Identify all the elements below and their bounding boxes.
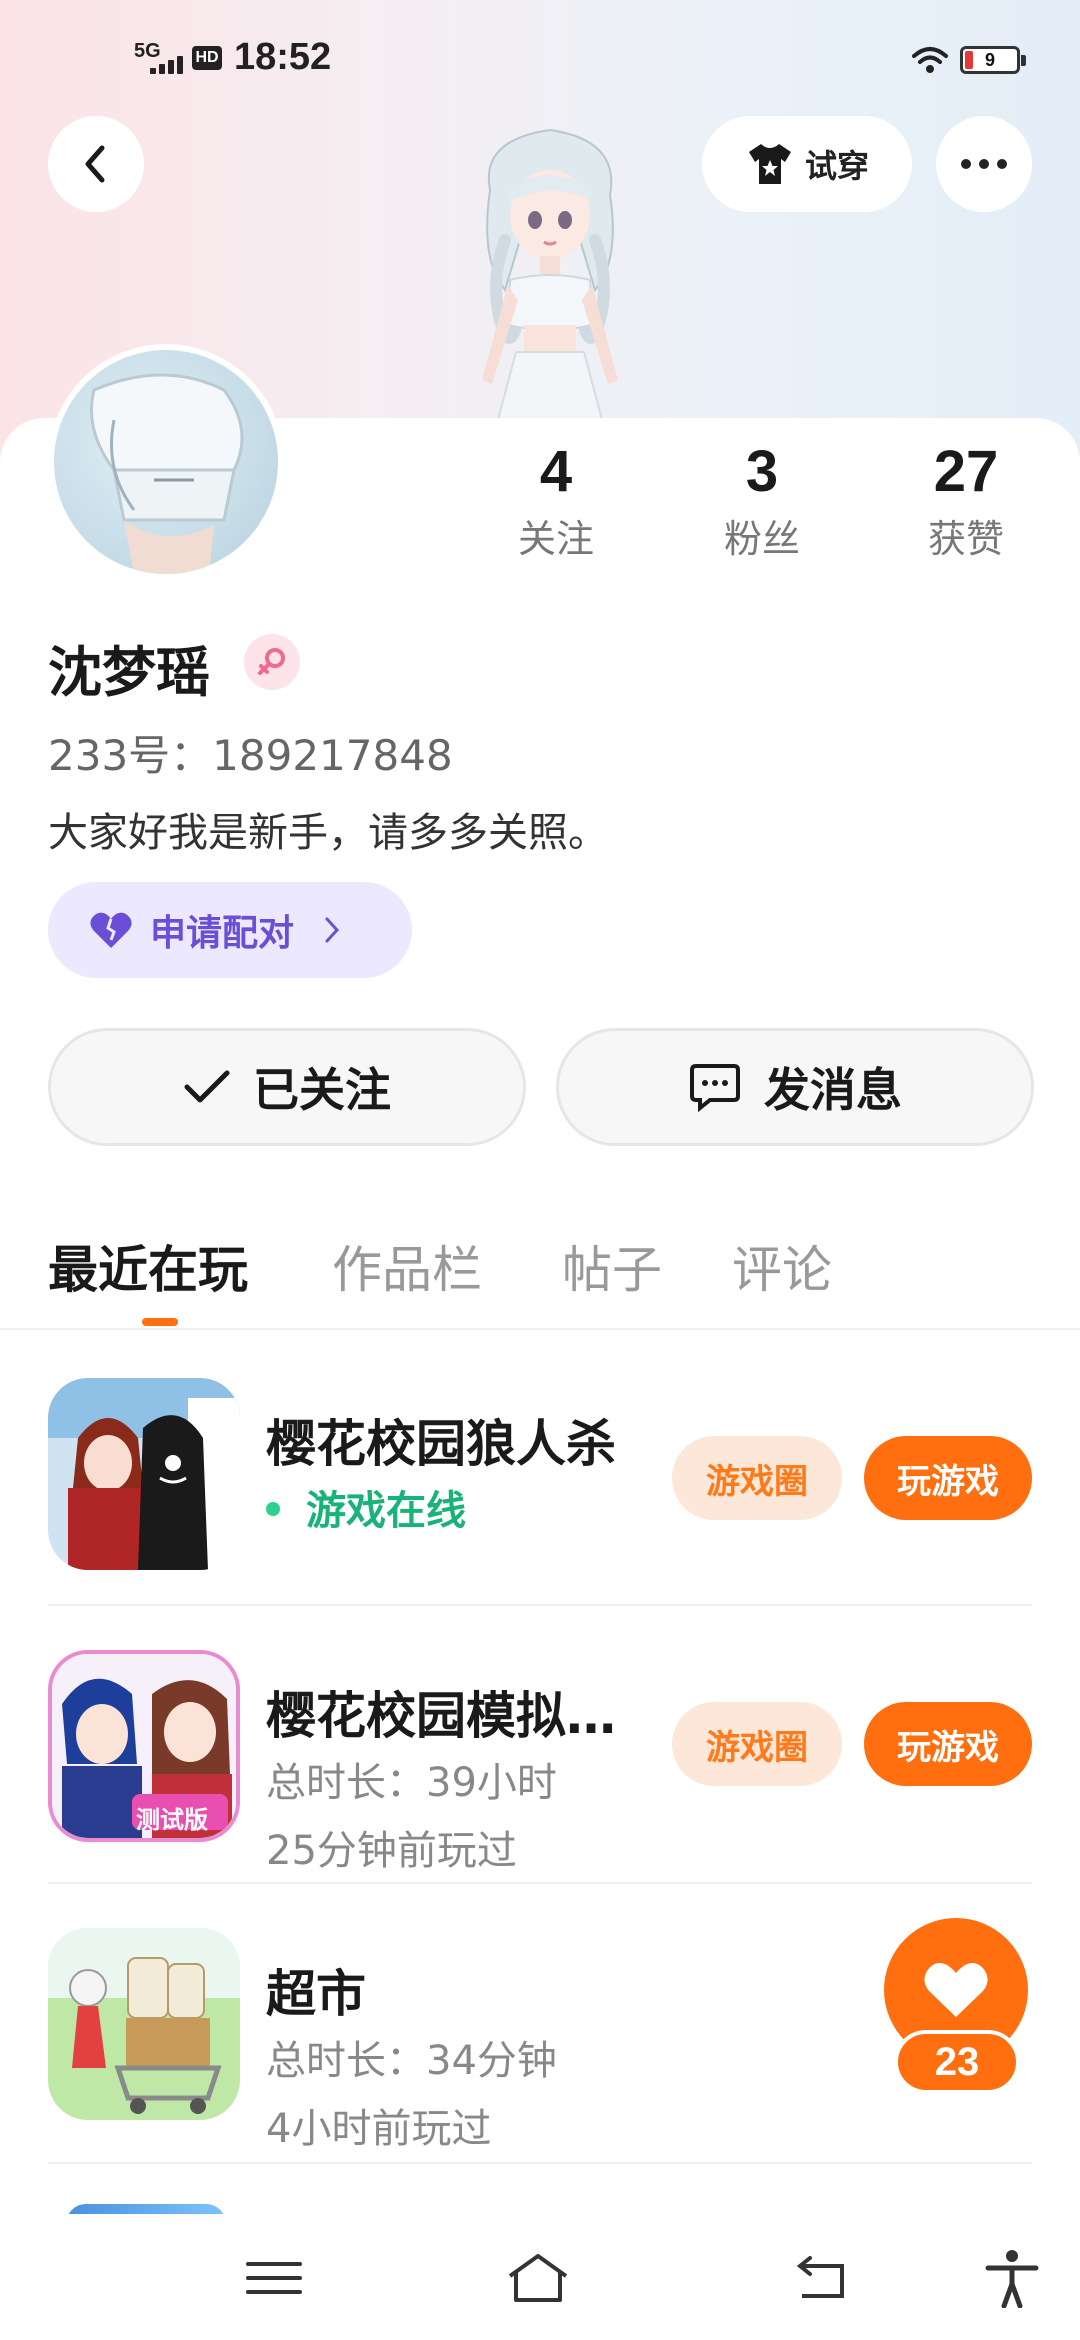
test-version-badge: 测试版 <box>136 1806 208 1834</box>
stat-likes[interactable]: 27 获赞 <box>896 436 1036 564</box>
send-message-button[interactable]: 发消息 <box>556 1028 1034 1146</box>
likes-label: 获赞 <box>927 517 1004 561</box>
tab-posts[interactable]: 帖子 <box>562 1230 662 1302</box>
battery-level: 9 <box>984 50 995 70</box>
following-label: 关注 <box>517 517 594 561</box>
game-circle-button[interactable]: 游戏圈 <box>672 1702 842 1786</box>
accessibility-icon[interactable] <box>980 2248 1044 2308</box>
pair-label: 申请配对 <box>150 913 295 954</box>
list-item[interactable]: 樱花校园狼人杀 游戏在线 游戏圈 玩游戏 <box>48 1378 1032 1578</box>
game-online-status: 游戏在线 <box>266 1478 466 1536</box>
send-message-label: 发消息 <box>764 1063 902 1117</box>
play-game-button[interactable]: 玩游戏 <box>864 1702 1032 1786</box>
game-total-duration: 总时长：39小时 <box>266 1760 557 1806</box>
tab-works[interactable]: 作品栏 <box>332 1230 482 1302</box>
row-divider <box>48 1604 1032 1606</box>
chevron-right-icon <box>325 917 340 943</box>
female-icon <box>244 634 300 690</box>
home-icon[interactable] <box>506 2248 570 2308</box>
avatar-image <box>90 373 244 574</box>
list-item[interactable]: 测试版 樱花校园模拟… 总时长：39小时 25分钟前玩过 游戏圈 玩游戏 <box>48 1650 1032 1874</box>
online-dot-icon <box>266 1502 280 1516</box>
likes-count: 27 <box>933 439 999 504</box>
user-bio: 大家好我是新手，请多多关照。 <box>48 810 608 856</box>
menu-icon[interactable] <box>242 2248 306 2308</box>
more-dots-icon <box>961 159 1007 169</box>
tab-recently-played[interactable]: 最近在玩 <box>48 1230 248 1302</box>
check-icon <box>184 1070 230 1103</box>
game-online-label: 游戏在线 <box>306 1488 466 1534</box>
following-count: 4 <box>539 439 573 504</box>
try-on-button[interactable]: 试穿 <box>702 116 912 212</box>
row-divider <box>48 1882 1032 1884</box>
stat-following[interactable]: 4 关注 <box>486 436 626 564</box>
back-arrow-icon <box>85 145 105 183</box>
game-last-played: 4小时前玩过 <box>266 2106 492 2152</box>
user-avatar[interactable] <box>48 344 284 580</box>
tab-divider <box>0 1328 1080 1330</box>
battery-icon: 9 <box>960 46 1026 74</box>
tab-active-indicator <box>142 1318 178 1326</box>
user-id: 233号：189217848 <box>48 731 453 780</box>
game-circle-button[interactable]: 游戏圈 <box>672 1436 842 1520</box>
system-navigation-bar <box>0 2214 1080 2340</box>
user-name: 沈梦瑶 <box>48 641 210 704</box>
game-icon <box>48 1378 240 1570</box>
clock: 18:52 <box>234 36 332 78</box>
request-pair-button[interactable]: 申请配对 <box>48 882 412 978</box>
game-title: 樱花校园狼人杀 <box>266 1415 616 1473</box>
signal-icon <box>150 54 186 74</box>
chat-bubble-icon <box>690 1064 740 1112</box>
stat-followers[interactable]: 3 粉丝 <box>692 436 832 564</box>
more-button[interactable] <box>936 116 1032 212</box>
floating-like-button[interactable]: 23 <box>864 1918 1032 2098</box>
back-icon[interactable] <box>790 2248 854 2308</box>
play-game-button[interactable]: 玩游戏 <box>864 1436 1032 1520</box>
row-divider <box>48 2162 1032 2164</box>
game-last-played: 25分钟前玩过 <box>266 1828 517 1874</box>
followers-count: 3 <box>745 439 779 504</box>
wifi-icon <box>912 47 948 73</box>
followers-label: 粉丝 <box>723 517 800 561</box>
followed-button[interactable]: 已关注 <box>48 1028 526 1146</box>
like-count: 23 <box>894 2030 1020 2094</box>
game-icon <box>48 1928 240 2120</box>
game-icon: 测试版 <box>48 1650 240 1842</box>
game-total-duration: 总时长：34分钟 <box>266 2038 557 2084</box>
game-title: 樱花校园模拟… <box>266 1687 616 1745</box>
shirt-icon <box>748 144 791 184</box>
followed-label: 已关注 <box>253 1063 391 1117</box>
game-title: 超市 <box>266 1965 366 2023</box>
tab-comments[interactable]: 评论 <box>732 1230 832 1302</box>
status-bar: 5G HD 18:52 9 <box>0 0 1080 120</box>
try-on-label: 试穿 <box>804 147 869 185</box>
back-button[interactable] <box>48 116 144 212</box>
heart-icon <box>90 912 132 948</box>
hd-icon: HD <box>192 46 222 70</box>
